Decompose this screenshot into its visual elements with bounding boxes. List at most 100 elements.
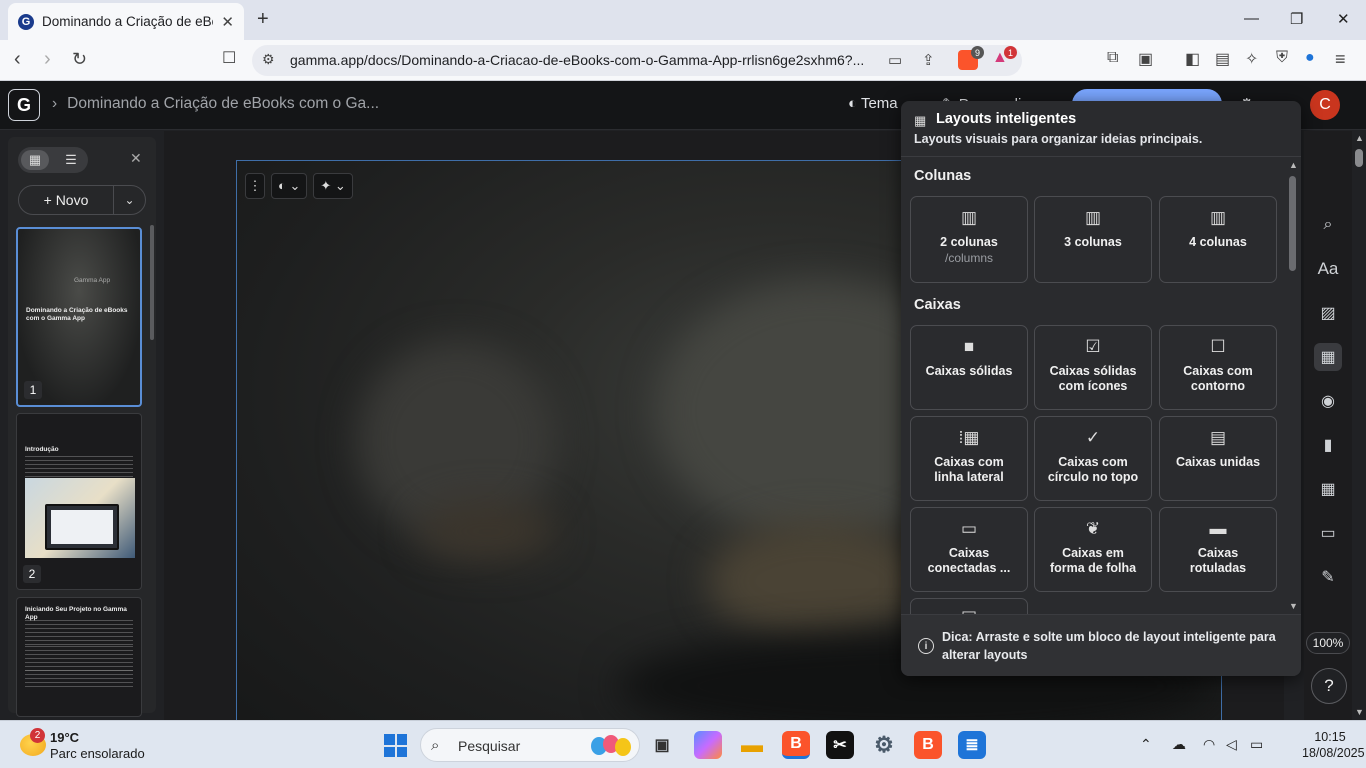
panel-scrollbar[interactable] [150, 225, 154, 340]
weather-widget[interactable]: 2 19°C Parc ensolarado [18, 728, 178, 764]
close-icon[interactable]: ✕ [130, 150, 142, 167]
file-explorer-icon[interactable]: ▬ [738, 731, 766, 759]
brave-browser-icon[interactable]: B [782, 731, 810, 759]
leaf-icon: ❦ [1085, 519, 1101, 538]
scroll-down-icon[interactable]: ▼ [1289, 601, 1298, 611]
bookmark-icon[interactable]: ☐ [222, 49, 236, 69]
help-button[interactable]: ? [1311, 668, 1347, 704]
scroll-up-icon[interactable]: ▲ [1289, 160, 1298, 170]
vpn-icon[interactable]: ⛨ [1276, 49, 1288, 67]
layout-joined-boxes[interactable]: ▤ Caixas unidas [1159, 416, 1277, 501]
text-icon[interactable]: Aa [1314, 255, 1342, 283]
back-icon[interactable]: ‹ [14, 49, 21, 69]
layout-solid-boxes[interactable]: ■ Caixas sólidas [910, 325, 1028, 410]
copilot-icon[interactable] [694, 731, 722, 759]
share-page-icon[interactable]: ⇪ [922, 51, 935, 69]
gamma-logo[interactable]: G [8, 89, 40, 121]
edit-icon[interactable]: ✎ [1314, 563, 1342, 591]
slide-thumbnail-2[interactable]: Introdução 2 [16, 413, 142, 590]
palette-icon: ◐ [848, 95, 858, 112]
close-window-icon[interactable]: ✕ [1337, 10, 1350, 28]
leo-ai-icon[interactable]: ✧ [1245, 49, 1258, 69]
slide-thumbnail-1[interactable]: Gamma App Dominando a Criação de eBooks … [16, 227, 142, 407]
thumbnail-view-icon[interactable]: ▦ [21, 150, 49, 170]
chart-icon[interactable]: ▮ [1314, 431, 1342, 459]
layout-outline-boxes[interactable]: ☐ Caixas com contorno [1159, 325, 1277, 410]
chevron-down-icon[interactable]: ⌄ [113, 186, 145, 214]
url-text: gamma.app/docs/Dominando-a-Criacao-de-eB… [290, 52, 865, 68]
new-tab-icon[interactable]: + [257, 8, 269, 31]
browser-tab[interactable]: G Dominando a Criação de eBooks ✕ [8, 3, 244, 40]
layout-circle-top-boxes[interactable]: ✓ Caixas com círculo no topo [1034, 416, 1152, 501]
wallet-icon[interactable]: ▤ [1215, 49, 1230, 69]
info-icon: i [918, 638, 934, 654]
windows-start-icon[interactable] [384, 734, 407, 757]
battery-icon[interactable]: ▭ [1250, 736, 1263, 753]
ai-edit-icon[interactable]: ✦ ⌄ [313, 173, 353, 199]
embed-icon[interactable]: ◉ [1314, 387, 1342, 415]
forward-icon[interactable]: › [44, 49, 51, 69]
card-style-icon[interactable]: ◐ ⌄ [271, 173, 308, 199]
clock[interactable]: 10:15 18/08/2025 [1302, 729, 1365, 761]
notepad-icon[interactable]: ≣ [958, 731, 986, 759]
capcut-icon[interactable]: ✂ [826, 731, 854, 759]
layout-2-columns[interactable]: ▥ 2 colunas /columns [910, 196, 1028, 283]
site-settings-icon[interactable]: ⚙ [262, 51, 275, 68]
layout-option-partial[interactable]: ▭ [910, 598, 1028, 614]
columns-icon: ▥ [1084, 208, 1102, 227]
layout-icon: ▭ [960, 604, 978, 614]
onedrive-icon[interactable]: ☁ [1172, 736, 1186, 753]
new-card-button[interactable]: + Novo ⌄ [18, 185, 146, 215]
search-placeholder: Pesquisar [458, 738, 521, 754]
wifi-icon[interactable]: ◠ [1203, 736, 1215, 753]
check-circle-icon: ✓ [1085, 428, 1101, 447]
install-icon[interactable]: ▭ [888, 51, 902, 69]
card-template-icon[interactable]: ▭ [1314, 519, 1342, 547]
list-view-icon[interactable]: ☰ [57, 150, 85, 170]
maximize-icon[interactable]: ❐ [1290, 10, 1303, 28]
card-menu-icon[interactable]: ⋮ [245, 173, 265, 199]
task-view-icon[interactable]: ▣ [648, 731, 676, 759]
taskbar-search[interactable]: ⌕ Pesquisar [420, 728, 640, 762]
volume-icon[interactable]: ◁ [1226, 736, 1237, 753]
image-icon[interactable]: ▨ [1314, 299, 1342, 327]
outline-box-icon: ☐ [1210, 337, 1226, 356]
chevron-up-icon[interactable]: ⌃ [1140, 736, 1152, 753]
search-icon[interactable]: ⌕ [1314, 211, 1342, 239]
doc-title[interactable]: Dominando a Criação de eBooks com o Ga..… [67, 95, 379, 112]
layout-labeled-boxes[interactable]: ▬ Caixas rotuladas [1159, 507, 1277, 592]
scroll-thumb[interactable] [1355, 149, 1363, 167]
brave-badge: 9 [971, 46, 984, 59]
reading-mode-icon[interactable]: ▣ [1138, 49, 1153, 69]
brave-beta-icon[interactable]: B [914, 731, 942, 759]
address-bar[interactable]: ⚙ gamma.app/docs/Dominando-a-Criacao-de-… [252, 45, 1022, 76]
avatar[interactable]: C [1310, 90, 1340, 120]
popup-scroll-thumb[interactable] [1289, 176, 1296, 271]
slide-thumbnail-3[interactable]: Iniciando Seu Projeto no Gamma App [16, 597, 142, 717]
menu-icon[interactable]: ≡ [1335, 49, 1346, 70]
page-scrollbar[interactable]: ▲ ▼ [1352, 131, 1366, 721]
solid-box-icon: ■ [963, 337, 975, 356]
profile-icon[interactable]: ● [1305, 49, 1315, 67]
reload-icon[interactable]: ↻ [72, 49, 87, 69]
close-tab-icon[interactable]: ✕ [221, 13, 234, 31]
extensions-icon[interactable]: ⧉ [1107, 49, 1118, 67]
theme-button[interactable]: ◐ Tema [848, 95, 898, 112]
popup-title: Layouts inteligentes [936, 111, 1077, 127]
settings-icon[interactable]: ⚙ [870, 731, 898, 759]
layout-leaf-boxes[interactable]: ❦ Caixas em forma de folha [1034, 507, 1152, 592]
layout-3-columns[interactable]: ▥ 3 colunas [1034, 196, 1152, 283]
scroll-up-icon[interactable]: ▲ [1355, 133, 1364, 143]
scroll-down-icon[interactable]: ▼ [1355, 707, 1364, 717]
labeled-box-icon: ▬ [1209, 519, 1227, 538]
zoom-level[interactable]: 100% [1306, 632, 1350, 654]
layout-solid-boxes-icons[interactable]: ☑ Caixas sólidas com ícones [1034, 325, 1152, 410]
layout-4-columns[interactable]: ▥ 4 colunas [1159, 196, 1277, 283]
layout-side-line-boxes[interactable]: ⁞▦ Caixas com linha lateral [910, 416, 1028, 501]
layout-connected-boxes[interactable]: ▭ Caixas conectadas ... [910, 507, 1028, 592]
video-icon[interactable]: ▦ [1314, 475, 1342, 503]
sidebar-icon[interactable]: ◧ [1185, 49, 1200, 69]
smart-layout-icon[interactable]: ▦ [1314, 343, 1342, 371]
minimize-icon[interactable]: — [1244, 10, 1259, 27]
browser-toolbar: ‹ › ↻ ☐ ⚙ gamma.app/docs/Dominando-a-Cri… [0, 40, 1366, 81]
